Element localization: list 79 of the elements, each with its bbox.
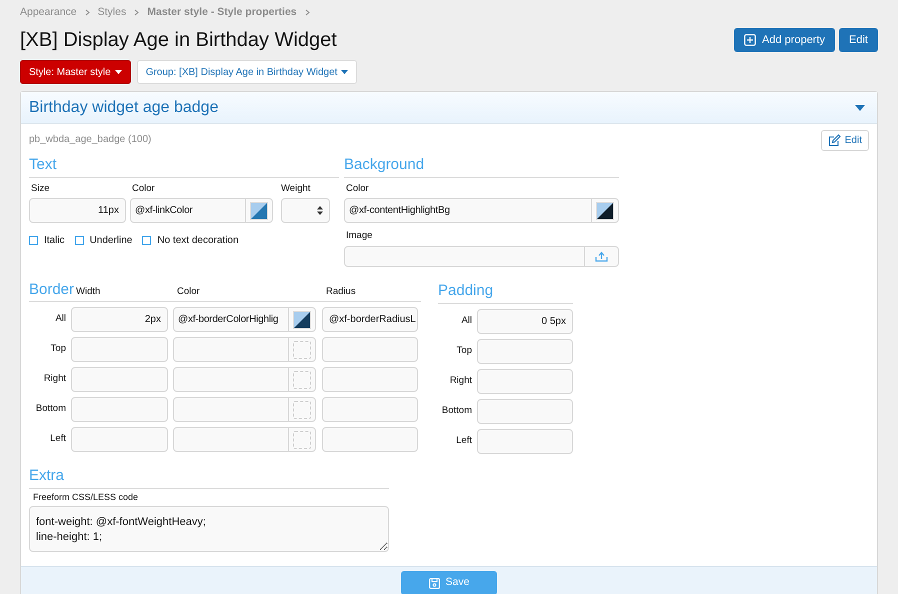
checkbox-label: No text decoration [157, 234, 239, 248]
section-heading: Border [29, 280, 76, 300]
column-label: Radius [326, 284, 356, 299]
section-heading: Padding [438, 282, 494, 298]
section-heading: Background [344, 156, 424, 173]
color-field[interactable] [173, 397, 316, 422]
color-swatch-icon[interactable] [293, 310, 311, 328]
updown-icon [317, 206, 323, 216]
field-label: Color [131, 182, 156, 196]
row-label: Bottom [34, 402, 67, 416]
color-field[interactable]: @xf-borderColorHighlig [173, 307, 316, 332]
color-swatch-icon[interactable] [596, 202, 614, 220]
color-swatch-icon[interactable] [250, 202, 268, 220]
color-field[interactable] [173, 367, 316, 392]
input-field[interactable] [322, 367, 418, 392]
input-field[interactable] [477, 428, 573, 454]
filter-dropdown[interactable]: Style: Master style [20, 60, 131, 84]
page-title: [XB] Display Age in Birthday Widget [20, 28, 337, 52]
row-label: Top [456, 344, 473, 358]
input-field[interactable] [477, 398, 573, 424]
checkbox[interactable] [142, 236, 152, 246]
checkbox-label: Underline [90, 234, 132, 248]
field-label: Color [345, 182, 370, 196]
checkbox-label: Italic [44, 234, 65, 248]
row-label: Right [42, 372, 67, 386]
add-property-button[interactable]: Add property [734, 28, 836, 52]
section-heading: Extra [29, 466, 64, 484]
checkbox[interactable] [29, 236, 38, 246]
chevron-icon [134, 8, 140, 16]
row-label: All [54, 312, 67, 326]
row-label: Left [455, 434, 473, 448]
edit-button[interactable]: Edit [839, 28, 878, 52]
empty-swatch-icon[interactable] [293, 400, 311, 418]
code-textarea[interactable]: font-weight: @xf-fontWeightHeavy; line-height: 1; [29, 506, 389, 552]
image-field[interactable] [344, 246, 619, 266]
edit-icon [828, 134, 841, 147]
chevron-icon [304, 8, 310, 16]
input-field[interactable] [477, 368, 573, 394]
chevron-icon [84, 8, 90, 16]
filter-dropdown[interactable]: Group: [XB] Display Age in Birthday Widget [136, 60, 358, 84]
column-label: Color [177, 284, 201, 299]
row-label: Left [49, 432, 67, 446]
input-field[interactable] [71, 337, 168, 362]
input-field[interactable] [71, 397, 168, 422]
field-label: Weight [281, 182, 312, 196]
select-field[interactable] [281, 198, 330, 224]
panel-title: Birthday widget age badge [29, 98, 218, 118]
upload-icon[interactable] [595, 250, 608, 262]
input-field[interactable]: 11px [29, 198, 126, 224]
row-label: All [460, 314, 473, 328]
input-field[interactable]: @xf-borderRadiusL [322, 307, 418, 332]
input-field[interactable] [322, 397, 418, 422]
column-label: Width [76, 284, 102, 299]
input-field[interactable]: 0 5px [477, 308, 573, 334]
input-field[interactable] [71, 367, 168, 392]
edit-button[interactable]: Edit [820, 130, 869, 151]
checkbox[interactable] [74, 236, 84, 246]
field-label: Size [30, 182, 50, 196]
color-field[interactable] [173, 427, 316, 452]
input-field[interactable] [322, 337, 418, 362]
field-label: Image [345, 229, 374, 244]
color-field[interactable]: @xf-linkColor [130, 198, 273, 224]
empty-swatch-icon[interactable] [293, 370, 311, 388]
save-icon [428, 578, 440, 588]
row-label: Top [50, 342, 67, 356]
color-field[interactable] [173, 337, 316, 362]
empty-swatch-icon[interactable] [293, 340, 311, 358]
section-heading: Text [29, 156, 57, 173]
empty-swatch-icon[interactable] [293, 430, 311, 448]
row-label: Right [448, 374, 473, 388]
input-field[interactable] [71, 427, 168, 452]
color-field[interactable]: @xf-contentHighlightBg [344, 198, 619, 224]
input-field[interactable] [477, 338, 573, 364]
plus-square-icon [744, 34, 756, 46]
row-label: Bottom [440, 404, 473, 418]
input-field[interactable]: 2px [71, 307, 168, 332]
field-label: Freeform CSS/LESS code [32, 490, 140, 504]
input-field[interactable] [322, 427, 418, 452]
property-key: pb_wbda_age_badge (100) [29, 132, 152, 147]
